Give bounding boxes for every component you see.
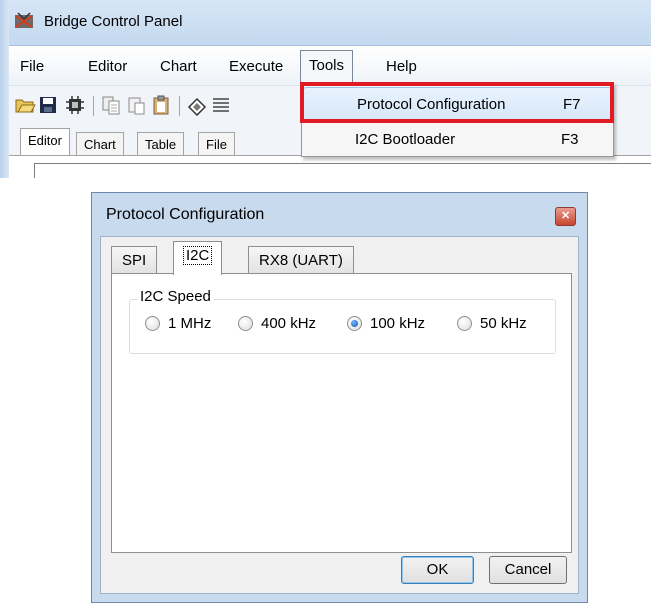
highlight-annotation-box [300, 82, 614, 123]
toolbar-separator [179, 96, 180, 116]
menu-chart[interactable]: Chart [152, 56, 205, 77]
tab-file[interactable]: File [198, 132, 235, 156]
radio-label: 400 kHz [261, 315, 317, 332]
i2c-speed-label: I2C Speed [137, 288, 214, 305]
list-icon[interactable] [210, 94, 232, 116]
menu-item-label: I2C Bootloader [355, 131, 456, 148]
menu-file[interactable]: File [12, 56, 52, 77]
tab-i2c-label: I2C [182, 246, 213, 265]
clipboard-icon[interactable] [150, 94, 172, 116]
protocol-configuration-dialog: Protocol Configuration SPI I2C RX8 (UART… [91, 192, 588, 603]
radio-label: 100 kHz [370, 315, 426, 332]
editor-text-box[interactable] [34, 163, 651, 178]
tab-editor[interactable]: Editor [20, 128, 70, 157]
tab-i2c[interactable]: I2C [173, 241, 223, 275]
paste-icon[interactable] [125, 94, 147, 116]
ok-button[interactable]: OK [401, 556, 474, 584]
window-border [0, 0, 9, 178]
eraser-icon[interactable] [186, 94, 208, 116]
radio-label: 50 kHz [480, 315, 527, 332]
radio-circle-selected [347, 316, 362, 331]
tab-rx8-uart[interactable]: RX8 (UART) [248, 246, 354, 274]
tab-table[interactable]: Table [137, 132, 185, 156]
close-icon[interactable] [555, 207, 576, 226]
radio-circle [457, 316, 472, 331]
radio-circle [238, 316, 253, 331]
dialog-client-area: SPI I2C RX8 (UART) I2C Speed 1 MHz 400 k… [100, 236, 579, 594]
radio-label: 1 MHz [168, 315, 212, 332]
menu-editor[interactable]: Editor [80, 56, 135, 77]
title-bar[interactable]: Bridge Control Panel [0, 0, 651, 46]
menu-bar: File Editor Chart Execute Tools Help [9, 46, 651, 86]
chip-icon[interactable] [64, 94, 86, 116]
toolbar-separator [93, 96, 94, 116]
editor-area [9, 155, 651, 178]
dialog-title: Protocol Configuration [106, 206, 265, 223]
menu-tools[interactable]: Tools [300, 50, 354, 82]
save-icon[interactable] [37, 94, 59, 116]
menu-item-i2c-bootloader[interactable]: I2C Bootloader F3 [302, 123, 613, 157]
tab-spi[interactable]: SPI [111, 246, 158, 274]
menu-item-shortcut: F3 [561, 131, 579, 148]
tab-chart[interactable]: Chart [76, 132, 124, 156]
window-title: Bridge Control Panel [44, 13, 183, 30]
open-folder-icon[interactable] [14, 94, 36, 116]
radio-circle [145, 316, 160, 331]
menu-execute[interactable]: Execute [221, 56, 291, 77]
app-bridge-icon [15, 12, 33, 28]
menu-help[interactable]: Help [378, 56, 425, 77]
cancel-button[interactable]: Cancel [489, 556, 567, 584]
copy-icon[interactable] [100, 94, 122, 116]
bridge-control-panel-window: Bridge Control Panel File Editor Chart E… [0, 0, 651, 178]
